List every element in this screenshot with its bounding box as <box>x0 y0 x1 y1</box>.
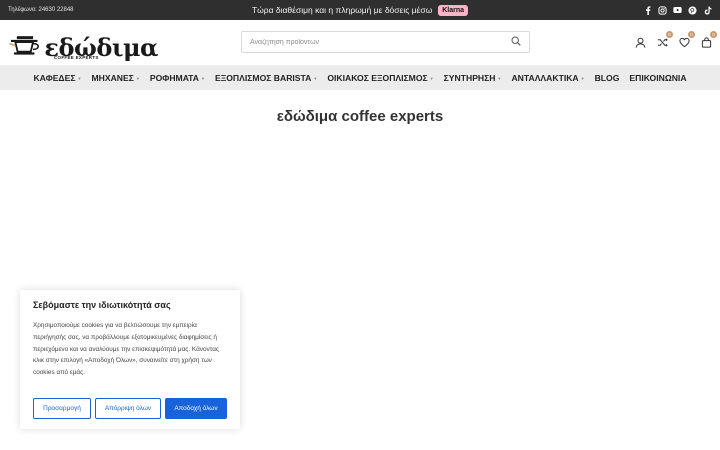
chevron-down-icon: ▼ <box>313 75 318 81</box>
instagram-icon[interactable] <box>658 5 667 15</box>
cookie-buttons: Προσαρμογή Απόρριψη όλων Αποδοχή όλων <box>33 398 227 419</box>
nav-item-label: ΚΑΦΕΔΕΣ <box>33 73 76 83</box>
top-bar: Τηλέφωνο: 24630 22848 Τώρα διαθέσιμη και… <box>0 0 720 20</box>
chevron-down-icon: ▼ <box>580 75 585 81</box>
compare-count-badge: 0 <box>666 31 673 38</box>
nav-item-label: BLOG <box>594 73 620 83</box>
nav-item-home-equipment[interactable]: ΟΙΚΙΑΚΟΣ ΕΞΟΠΛΙΣΜΟΣ ▼ <box>327 73 433 83</box>
nav-item-mixanes[interactable]: ΜΗΧΑΝΕΣ ▼ <box>91 73 139 83</box>
page-title: εδώδιμα coffee experts <box>276 108 444 125</box>
nav-item-label: ΡΟΦΗΜΑΤΑ <box>149 73 200 83</box>
cart-count-badge: 0 <box>710 31 717 38</box>
nav-item-label: ΣΥΝΤΗΡΗΣΗ <box>443 73 496 83</box>
site-header: εδώδιμα COFFEE EXPERTS 0 0 0 <box>0 20 720 66</box>
compare-icon[interactable]: 0 <box>656 31 673 48</box>
nav-item-label: ΑΝΤΑΛΛΑΚΤΙΚΑ <box>511 73 579 83</box>
search-icon[interactable] <box>511 33 521 51</box>
tiktok-icon[interactable] <box>703 6 712 15</box>
social-links <box>643 5 712 15</box>
nav-item-kafedes[interactable]: ΚΑΦΕΔΕΣ ▼ <box>33 73 81 83</box>
nav-item-label: ΕΠΙΚΟΙΝΩΝΙΑ <box>629 73 687 83</box>
nav-item-label: ΕΞΟΠΛΙΣΜΟΣ BARISTA <box>214 73 312 83</box>
youtube-icon[interactable] <box>673 6 682 15</box>
cookie-title: Σεβόμαστε την ιδιωτικότητά σας <box>33 300 171 310</box>
cookie-description: Χρησιμοποιούμε cookies για να βελτιώσουμ… <box>33 322 219 377</box>
chevron-down-icon: ▼ <box>77 75 82 81</box>
main-navigation: ΚΑΦΕΔΕΣ ▼ ΜΗΧΑΝΕΣ ▼ ΡΟΦΗΜΑΤΑ ▼ ΕΞΟΠΛΙΣΜΟ… <box>0 66 720 90</box>
brand-tagline: COFFEE EXPERTS <box>54 54 99 60</box>
chevron-down-icon: ▼ <box>135 75 140 81</box>
facebook-icon[interactable] <box>643 5 652 15</box>
cookie-consent-banner: Σεβόμαστε την ιδιωτικότητά σας Χρησιμοπο… <box>20 290 240 429</box>
reject-all-button[interactable]: Απόρριψη όλων <box>95 398 161 419</box>
wishlist-count-badge: 0 <box>688 31 695 38</box>
nav-item-spare-parts[interactable]: ΑΝΤΑΛΛΑΚΤΙΚΑ ▼ <box>511 73 584 83</box>
pinterest-icon[interactable] <box>688 5 697 15</box>
nav-item-label: ΟΙΚΙΑΚΟΣ ΕΞΟΠΛΙΣΜΟΣ <box>327 73 428 83</box>
klarna-badge: Klarna <box>438 4 469 16</box>
user-icon[interactable] <box>634 36 646 48</box>
nav-item-rofimata[interactable]: ΡΟΦΗΜΑΤΑ ▼ <box>150 73 205 83</box>
accept-all-button[interactable]: Αποδοχή όλων <box>165 398 227 419</box>
search-input[interactable] <box>250 38 511 46</box>
nav-item-barista-equipment[interactable]: ΕΞΟΠΛΙΣΜΟΣ BARISTA ▼ <box>215 73 317 83</box>
bag-icon[interactable]: 0 <box>700 31 717 48</box>
nav-item-blog[interactable]: BLOG <box>595 73 620 83</box>
phone-number: Τηλέφωνο: 24630 22848 <box>8 7 74 13</box>
heart-icon[interactable]: 0 <box>678 31 695 48</box>
nav-item-contact[interactable]: ΕΠΙΚΟΙΝΩΝΙΑ <box>629 73 686 83</box>
nav-item-label: ΜΗΧΑΝΕΣ <box>91 73 134 83</box>
chevron-down-icon: ▼ <box>429 75 434 81</box>
header-actions: 0 0 0 <box>634 31 717 48</box>
site-logo[interactable]: εδώδιμα COFFEE EXPERTS <box>8 26 158 60</box>
chevron-down-icon: ▼ <box>497 75 502 81</box>
chevron-down-icon: ▼ <box>201 75 205 81</box>
nav-item-maintenance[interactable]: ΣΥΝΤΗΡΗΣΗ ▼ <box>444 73 502 83</box>
search-box <box>241 31 530 53</box>
customize-button[interactable]: Προσαρμογή <box>33 398 91 419</box>
promo-banner: Τώρα διαθέσιμη και η πληρωμή με δόσεις μ… <box>251 4 469 16</box>
coffee-pot-logo-icon <box>9 35 39 55</box>
promo-text: Τώρα διαθέσιμη και η πληρωμή με δόσεις μ… <box>251 5 433 15</box>
